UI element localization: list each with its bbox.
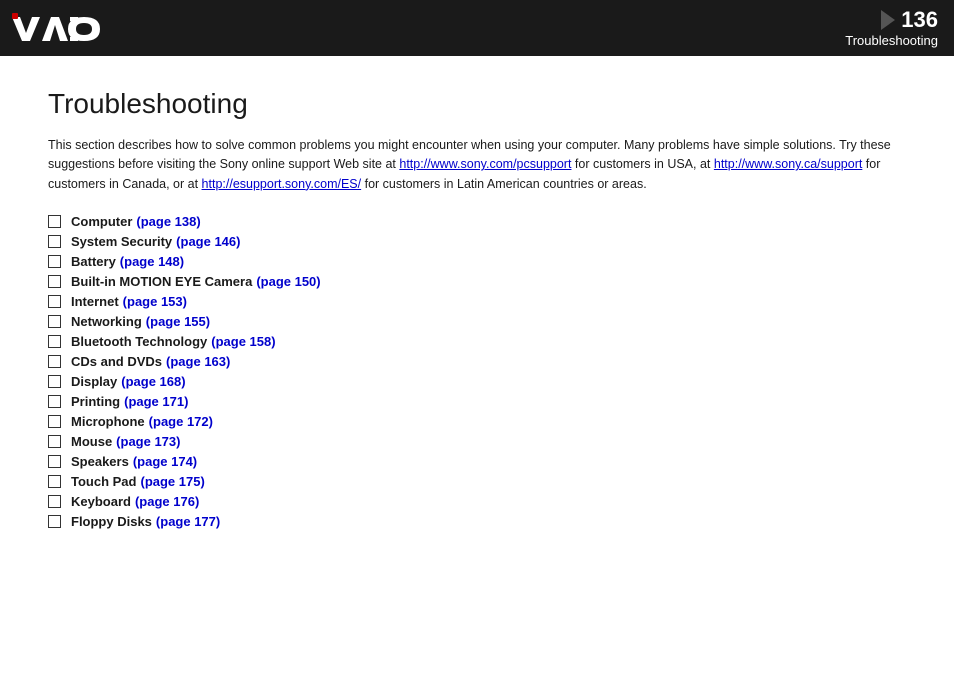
checkbox-icon bbox=[48, 375, 61, 388]
checkbox-icon bbox=[48, 415, 61, 428]
toc-item-label: Bluetooth Technology bbox=[71, 334, 207, 349]
toc-list-item: Internet (page 153) bbox=[48, 294, 906, 309]
toc-item-link[interactable]: (page 177) bbox=[156, 514, 220, 529]
vaio-logo-svg bbox=[12, 13, 102, 43]
vaio-logo bbox=[12, 13, 102, 43]
toc-item-label: Keyboard bbox=[71, 494, 131, 509]
checkbox-icon bbox=[48, 455, 61, 468]
toc-item-link[interactable]: (page 168) bbox=[121, 374, 185, 389]
toc-item-link[interactable]: (page 175) bbox=[140, 474, 204, 489]
checkbox-icon bbox=[48, 495, 61, 508]
toc-item-label: Touch Pad bbox=[71, 474, 136, 489]
page-title: Troubleshooting bbox=[48, 88, 906, 120]
checkbox-icon bbox=[48, 295, 61, 308]
toc-item-label: Microphone bbox=[71, 414, 145, 429]
toc-item-label: Mouse bbox=[71, 434, 112, 449]
toc-list-item: Built-in MOTION EYE Camera (page 150) bbox=[48, 274, 906, 289]
checkbox-icon bbox=[48, 355, 61, 368]
toc-item-label: Internet bbox=[71, 294, 119, 309]
toc-list-item: Floppy Disks (page 177) bbox=[48, 514, 906, 529]
main-content: Troubleshooting This section describes h… bbox=[0, 56, 954, 558]
toc-list-item: Display (page 168) bbox=[48, 374, 906, 389]
toc-item-label: Display bbox=[71, 374, 117, 389]
toc-list-item: Networking (page 155) bbox=[48, 314, 906, 329]
toc-list-item: CDs and DVDs (page 163) bbox=[48, 354, 906, 369]
toc-item-label: System Security bbox=[71, 234, 172, 249]
toc-list-item: Speakers (page 174) bbox=[48, 454, 906, 469]
toc-list-item: Bluetooth Technology (page 158) bbox=[48, 334, 906, 349]
toc-item-label: Battery bbox=[71, 254, 116, 269]
toc-item-label: Networking bbox=[71, 314, 142, 329]
checkbox-icon bbox=[48, 255, 61, 268]
toc-item-link[interactable]: (page 146) bbox=[176, 234, 240, 249]
toc-item-label: Speakers bbox=[71, 454, 129, 469]
section-title: Troubleshooting bbox=[845, 33, 938, 48]
checkbox-icon bbox=[48, 335, 61, 348]
checkbox-icon bbox=[48, 315, 61, 328]
toc-item-label: Printing bbox=[71, 394, 120, 409]
toc-item-label: Built-in MOTION EYE Camera bbox=[71, 274, 252, 289]
toc-item-link[interactable]: (page 153) bbox=[123, 294, 187, 309]
checkbox-icon bbox=[48, 395, 61, 408]
header: 136 Troubleshooting bbox=[0, 0, 954, 56]
toc-item-link[interactable]: (page 173) bbox=[116, 434, 180, 449]
checkbox-icon bbox=[48, 515, 61, 528]
link-esupport-sony[interactable]: http://esupport.sony.com/ES/ bbox=[202, 177, 362, 191]
page-number: 136 bbox=[901, 9, 938, 31]
toc-item-link[interactable]: (page 155) bbox=[146, 314, 210, 329]
toc-list-item: Microphone (page 172) bbox=[48, 414, 906, 429]
toc-list-item: Touch Pad (page 175) bbox=[48, 474, 906, 489]
checkbox-icon bbox=[48, 435, 61, 448]
toc-item-link[interactable]: (page 138) bbox=[136, 214, 200, 229]
toc-list: Computer (page 138) System Security (page… bbox=[48, 214, 906, 529]
toc-list-item: Printing (page 171) bbox=[48, 394, 906, 409]
intro-text-part4: for customers in Latin American countrie… bbox=[361, 177, 647, 191]
toc-list-item: Battery (page 148) bbox=[48, 254, 906, 269]
checkbox-icon bbox=[48, 275, 61, 288]
intro-text-part2: for customers in USA, at bbox=[571, 157, 713, 171]
checkbox-icon bbox=[48, 235, 61, 248]
toc-list-item: Mouse (page 173) bbox=[48, 434, 906, 449]
header-right: 136 Troubleshooting bbox=[845, 9, 938, 48]
toc-item-link[interactable]: (page 158) bbox=[211, 334, 275, 349]
toc-item-link[interactable]: (page 174) bbox=[133, 454, 197, 469]
toc-item-link[interactable]: (page 163) bbox=[166, 354, 230, 369]
toc-list-item: Computer (page 138) bbox=[48, 214, 906, 229]
link-sony-pcsupport[interactable]: http://www.sony.com/pcsupport bbox=[399, 157, 571, 171]
toc-item-label: CDs and DVDs bbox=[71, 354, 162, 369]
toc-item-link[interactable]: (page 150) bbox=[256, 274, 320, 289]
toc-item-link[interactable]: (page 148) bbox=[120, 254, 184, 269]
checkbox-icon bbox=[48, 215, 61, 228]
toc-item-label: Computer bbox=[71, 214, 132, 229]
toc-item-link[interactable]: (page 171) bbox=[124, 394, 188, 409]
toc-item-label: Floppy Disks bbox=[71, 514, 152, 529]
toc-list-item: System Security (page 146) bbox=[48, 234, 906, 249]
header-arrow-icon bbox=[881, 10, 895, 30]
toc-item-link[interactable]: (page 176) bbox=[135, 494, 199, 509]
intro-paragraph: This section describes how to solve comm… bbox=[48, 136, 906, 194]
checkbox-icon bbox=[48, 475, 61, 488]
toc-list-item: Keyboard (page 176) bbox=[48, 494, 906, 509]
toc-item-link[interactable]: (page 172) bbox=[149, 414, 213, 429]
link-sony-ca-support[interactable]: http://www.sony.ca/support bbox=[714, 157, 862, 171]
